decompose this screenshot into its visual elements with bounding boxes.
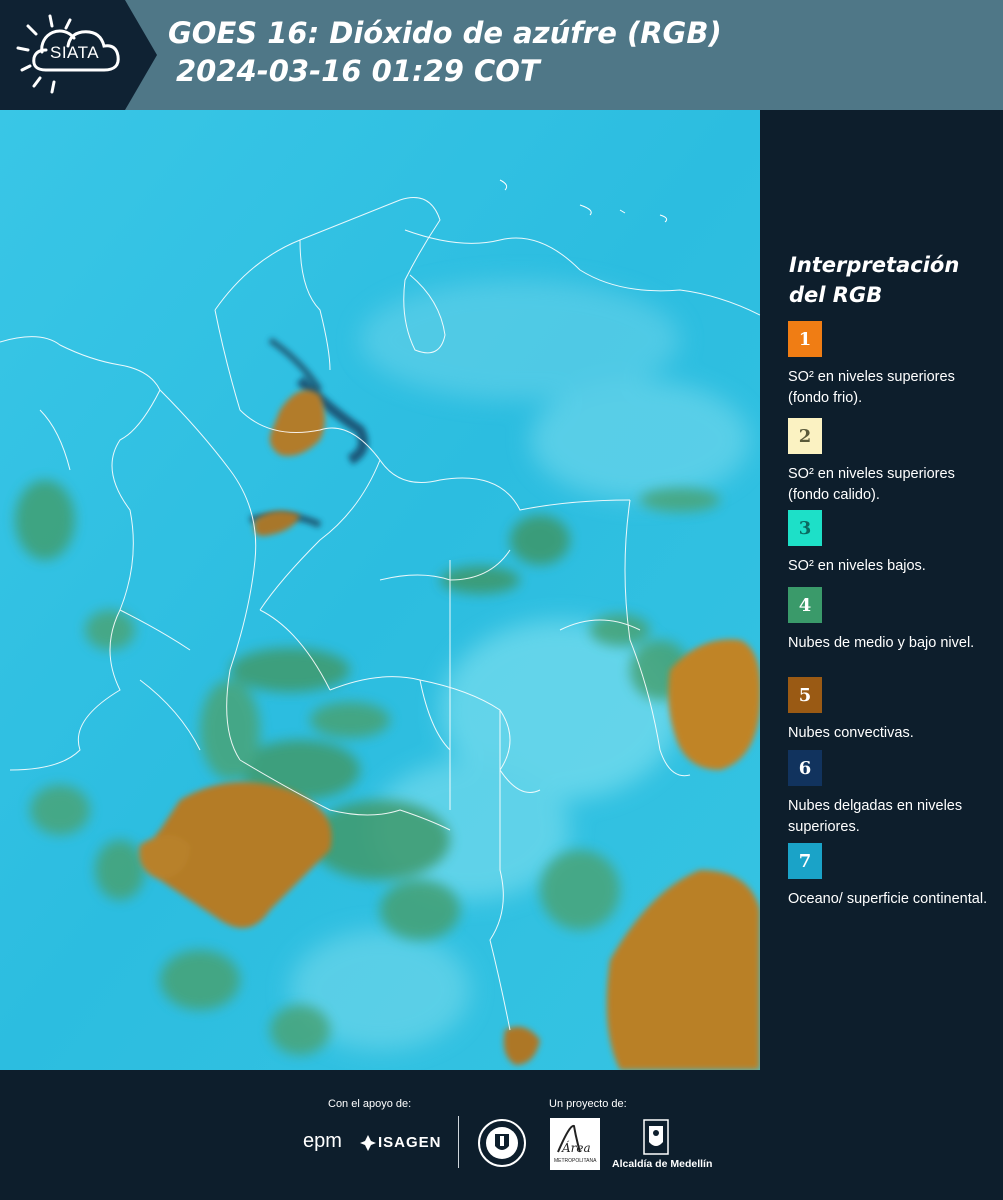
footer-divider xyxy=(458,1116,459,1168)
page-title: GOES 16: Dióxido de azúfre (RGB) xyxy=(168,16,722,50)
legend-item: 6 Nubes delgadas en niveles superiores. xyxy=(788,750,993,838)
municipal-seal-icon xyxy=(478,1119,526,1167)
alcaldia-label: Alcaldía de Medellín xyxy=(612,1158,713,1170)
legend-item: 2 SO² en niveles superiores (fondo calido… xyxy=(788,418,993,506)
satellite-map xyxy=(0,110,760,1070)
legend-swatch: 4 xyxy=(788,587,822,623)
legend-label: SO² en niveles superiores (fondo frio). xyxy=(788,369,955,406)
legend-item: 5 Nubes convectivas. xyxy=(788,677,993,744)
legend-label: Nubes de medio y bajo nivel. xyxy=(788,635,975,651)
legend-swatch: 1 xyxy=(788,321,822,357)
alcaldia-shield-icon xyxy=(643,1119,669,1155)
legend-item: 3 SO² en niveles bajos. xyxy=(788,510,993,577)
legend-item: 4 Nubes de medio y bajo nivel. xyxy=(788,587,993,654)
legend-label: SO² en niveles bajos. xyxy=(788,558,926,574)
legend-item: 1 SO² en niveles superiores (fondo frio). xyxy=(788,321,993,409)
legend-swatch: 2 xyxy=(788,418,822,454)
footer: Con el apoyo de: Un proyecto de: epm ISA… xyxy=(0,1070,1003,1200)
metro-logo-sub: METROPOLITANA xyxy=(554,1158,597,1164)
logo-text: SIATA xyxy=(50,43,100,62)
area-metropolitana-logo: Área METROPOLITANA xyxy=(550,1118,600,1170)
project-label: Un proyecto de: xyxy=(549,1098,627,1110)
isagen-icon xyxy=(360,1135,376,1151)
legend-swatch: 5 xyxy=(788,677,822,713)
legend-label: Nubes convectivas. xyxy=(788,725,914,741)
epm-logo: epm xyxy=(303,1130,342,1152)
legend-label: SO² en niveles superiores (fondo calido)… xyxy=(788,466,955,503)
page-timestamp: 2024-03-16 01:29 COT xyxy=(176,54,540,88)
legend-label: Oceano/ superficie continental. xyxy=(788,891,988,907)
legend-title-line1: Interpretación xyxy=(789,253,960,277)
legend-swatch: 6 xyxy=(788,750,822,786)
legend-item: 7 Oceano/ superficie continental. xyxy=(788,843,993,910)
metro-logo-text: Área xyxy=(561,1140,591,1155)
legend-panel: Interpretación del RGB 1 SO² en niveles s… xyxy=(760,110,1003,1070)
legend-swatch: 7 xyxy=(788,843,822,879)
header-bar: SIATA GOES 16: Dióxido de azúfre (RGB) 2… xyxy=(0,0,1003,110)
legend-label: Nubes delgadas en niveles superiores. xyxy=(788,798,963,835)
satellite-image xyxy=(0,110,760,1070)
legend-swatch: 3 xyxy=(788,510,822,546)
isagen-logo: ISAGEN xyxy=(378,1134,442,1151)
support-label: Con el apoyo de: xyxy=(328,1098,412,1110)
legend-title: Interpretación del RGB xyxy=(789,250,989,310)
legend-title-line2: del RGB xyxy=(789,283,883,307)
